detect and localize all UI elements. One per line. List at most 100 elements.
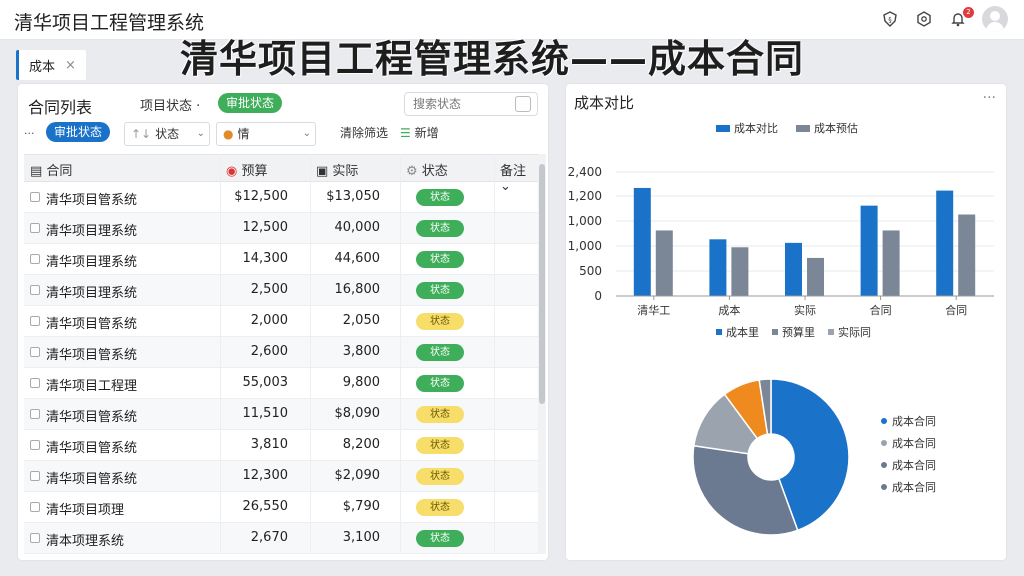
- search-input[interactable]: 搜索状态: [404, 92, 538, 116]
- avatar[interactable]: [982, 6, 1008, 32]
- actual-value: $,790: [342, 499, 380, 514]
- bell-icon[interactable]: 2: [948, 7, 974, 29]
- budget-value: 14,300: [242, 251, 289, 266]
- y-tick-label: 500: [579, 264, 602, 278]
- y-tick-label: 1,000: [568, 214, 602, 228]
- status-badge[interactable]: 状态: [416, 313, 464, 330]
- tab-cost[interactable]: 成本 ×: [16, 50, 86, 80]
- table-row[interactable]: 清华项目管系统 2,000 2,050 状态: [24, 306, 538, 337]
- contract-name: 清华项目管系统: [46, 441, 138, 456]
- column-divider: [494, 154, 495, 554]
- contract-name: 清华项目工程理: [46, 379, 138, 394]
- status-select[interactable]: ↑↓ 状态 ⌄: [124, 122, 210, 146]
- budget-value: $12,500: [234, 189, 288, 204]
- status-badge[interactable]: 状态: [416, 437, 464, 454]
- table-row[interactable]: 清华项目理系统 12,500 40,000 状态: [24, 213, 538, 244]
- row-checkbox[interactable]: [30, 347, 40, 357]
- bar-成本预估: [958, 214, 976, 296]
- row-checkbox[interactable]: [30, 378, 40, 388]
- legend-label: 预算里: [782, 325, 815, 339]
- legend-dot: [881, 418, 887, 424]
- legend-dot: [881, 440, 887, 446]
- legend-label: 成本合同: [892, 480, 936, 494]
- approval-status-pill[interactable]: 审批状态: [218, 93, 283, 113]
- col-contract[interactable]: ▤ 合同: [30, 160, 72, 179]
- actual-value: 40,000: [334, 220, 381, 235]
- y-tick-label: 0: [594, 289, 602, 303]
- close-icon[interactable]: ×: [65, 58, 76, 73]
- budget-value: 11,510: [242, 406, 289, 421]
- contract-name: 清华项目理系统: [46, 224, 138, 239]
- contract-name: 清华项目管系统: [46, 410, 138, 425]
- actual-value: 2,050: [342, 313, 380, 328]
- chevron-down-icon: ⌄: [302, 128, 311, 139]
- filter-label: 项目状态 ·: [140, 99, 201, 114]
- table-row[interactable]: 清华项目理系统 14,300 44,600 状态: [24, 244, 538, 275]
- more-icon[interactable]: ···: [983, 90, 996, 106]
- table-body: 清华项目管系统 $12,500 $13,050 状态 清华项目理系统 12,500 40,0…: [24, 182, 538, 554]
- contract-list-panel: 合同列表 项目状态 · 审批状态 搜索状态 ··· 审批状态 ↑↓ 状态 ⌄ ● 情…: [18, 84, 548, 560]
- table-row[interactable]: 清华项目项理 26,550 $,790 状态: [24, 492, 538, 523]
- status-badge[interactable]: 状态: [416, 375, 464, 392]
- shield-icon[interactable]: §: [880, 9, 900, 29]
- clear-filter-button[interactable]: 清除筛选: [340, 124, 388, 141]
- actual-value: $8,090: [334, 406, 381, 421]
- contract-name: 清华项目理系统: [46, 255, 138, 270]
- status-badge[interactable]: 状态: [416, 530, 464, 547]
- row-checkbox[interactable]: [30, 223, 40, 233]
- scroll-thumb[interactable]: [539, 164, 545, 404]
- status-badge[interactable]: 状态: [416, 251, 464, 268]
- status-badge[interactable]: 状态: [416, 344, 464, 361]
- col-actual[interactable]: ▣ 实际: [316, 160, 358, 179]
- row-checkbox[interactable]: [30, 192, 40, 202]
- row-checkbox[interactable]: [30, 471, 40, 481]
- contract-name: 清华项目管系统: [46, 317, 138, 332]
- more-icon[interactable]: ···: [24, 127, 35, 140]
- table-row[interactable]: 清华项目管系统 11,510 $8,090 状态: [24, 399, 538, 430]
- scrollbar[interactable]: [538, 154, 546, 554]
- add-button[interactable]: ☰ 新增: [400, 124, 439, 141]
- contract-table: ▤ 合同 ◉ 预算 ▣ 实际 ⚙ 状态 备注 ⌄ 清华项目管系统 $12,500 $…: [24, 154, 538, 554]
- tab-label: 成本: [29, 59, 56, 75]
- top-icons: § 2: [880, 6, 1008, 32]
- table-row[interactable]: 清华项目管系统 12,300 $2,090 状态: [24, 461, 538, 492]
- status-badge[interactable]: 状态: [416, 282, 464, 299]
- add-button-label: 新增: [414, 126, 439, 140]
- legend-swatch: [828, 329, 834, 335]
- contract-name: 清华项目管系统: [46, 472, 138, 487]
- table-row[interactable]: 清华项目管系统 2,600 3,800 状态: [24, 337, 538, 368]
- search-icon[interactable]: [515, 96, 531, 112]
- bar-成本预估: [655, 230, 673, 296]
- settings-icon[interactable]: [914, 9, 934, 29]
- detail-select[interactable]: ● 情 ⌄: [216, 122, 316, 146]
- row-checkbox[interactable]: [30, 440, 40, 450]
- actual-value: 3,800: [342, 344, 380, 359]
- row-checkbox[interactable]: [30, 316, 40, 326]
- row-checkbox[interactable]: [30, 502, 40, 512]
- table-row[interactable]: 清华项目管系统 $12,500 $13,050 状态: [24, 182, 538, 213]
- table-row[interactable]: 清华项目工程理 55,003 9,800 状态: [24, 368, 538, 399]
- svg-text:§: §: [888, 16, 892, 24]
- table-row[interactable]: 清华项目理系统 2,500 16,800 状态: [24, 275, 538, 306]
- table-row[interactable]: 清本项理系统 2,670 3,100 状态: [24, 523, 538, 554]
- x-tick-label: 实际: [794, 303, 816, 317]
- status-badge[interactable]: 状态: [416, 499, 464, 516]
- table-row[interactable]: 清华项目管系统 3,810 8,200 状态: [24, 430, 538, 461]
- legend-label: 成本合同: [892, 436, 936, 450]
- status-badge[interactable]: 状态: [416, 220, 464, 237]
- status-filter-pill[interactable]: 审批状态: [46, 122, 111, 142]
- filter-row: ··· 审批状态 ↑↓ 状态 ⌄ ● 情 ⌄ 清除筛选 ☰ 新增: [24, 122, 544, 148]
- search-placeholder: 搜索状态: [413, 97, 462, 111]
- status-badge[interactable]: 状态: [416, 406, 464, 423]
- status-badge[interactable]: 状态: [416, 468, 464, 485]
- x-tick-label: 清华工: [637, 303, 670, 317]
- row-checkbox[interactable]: [30, 254, 40, 264]
- bar-chart: 05001,0001,0001,2002,400清华工 成本 实际 合同 合同成本对比成…: [568, 121, 994, 339]
- bar-成本预估: [882, 230, 900, 296]
- row-checkbox[interactable]: [30, 533, 40, 543]
- status-badge[interactable]: 状态: [416, 189, 464, 206]
- row-checkbox[interactable]: [30, 409, 40, 419]
- col-status[interactable]: ⚙ 状态: [406, 160, 448, 179]
- col-budget[interactable]: ◉ 预算: [226, 160, 268, 179]
- row-checkbox[interactable]: [30, 285, 40, 295]
